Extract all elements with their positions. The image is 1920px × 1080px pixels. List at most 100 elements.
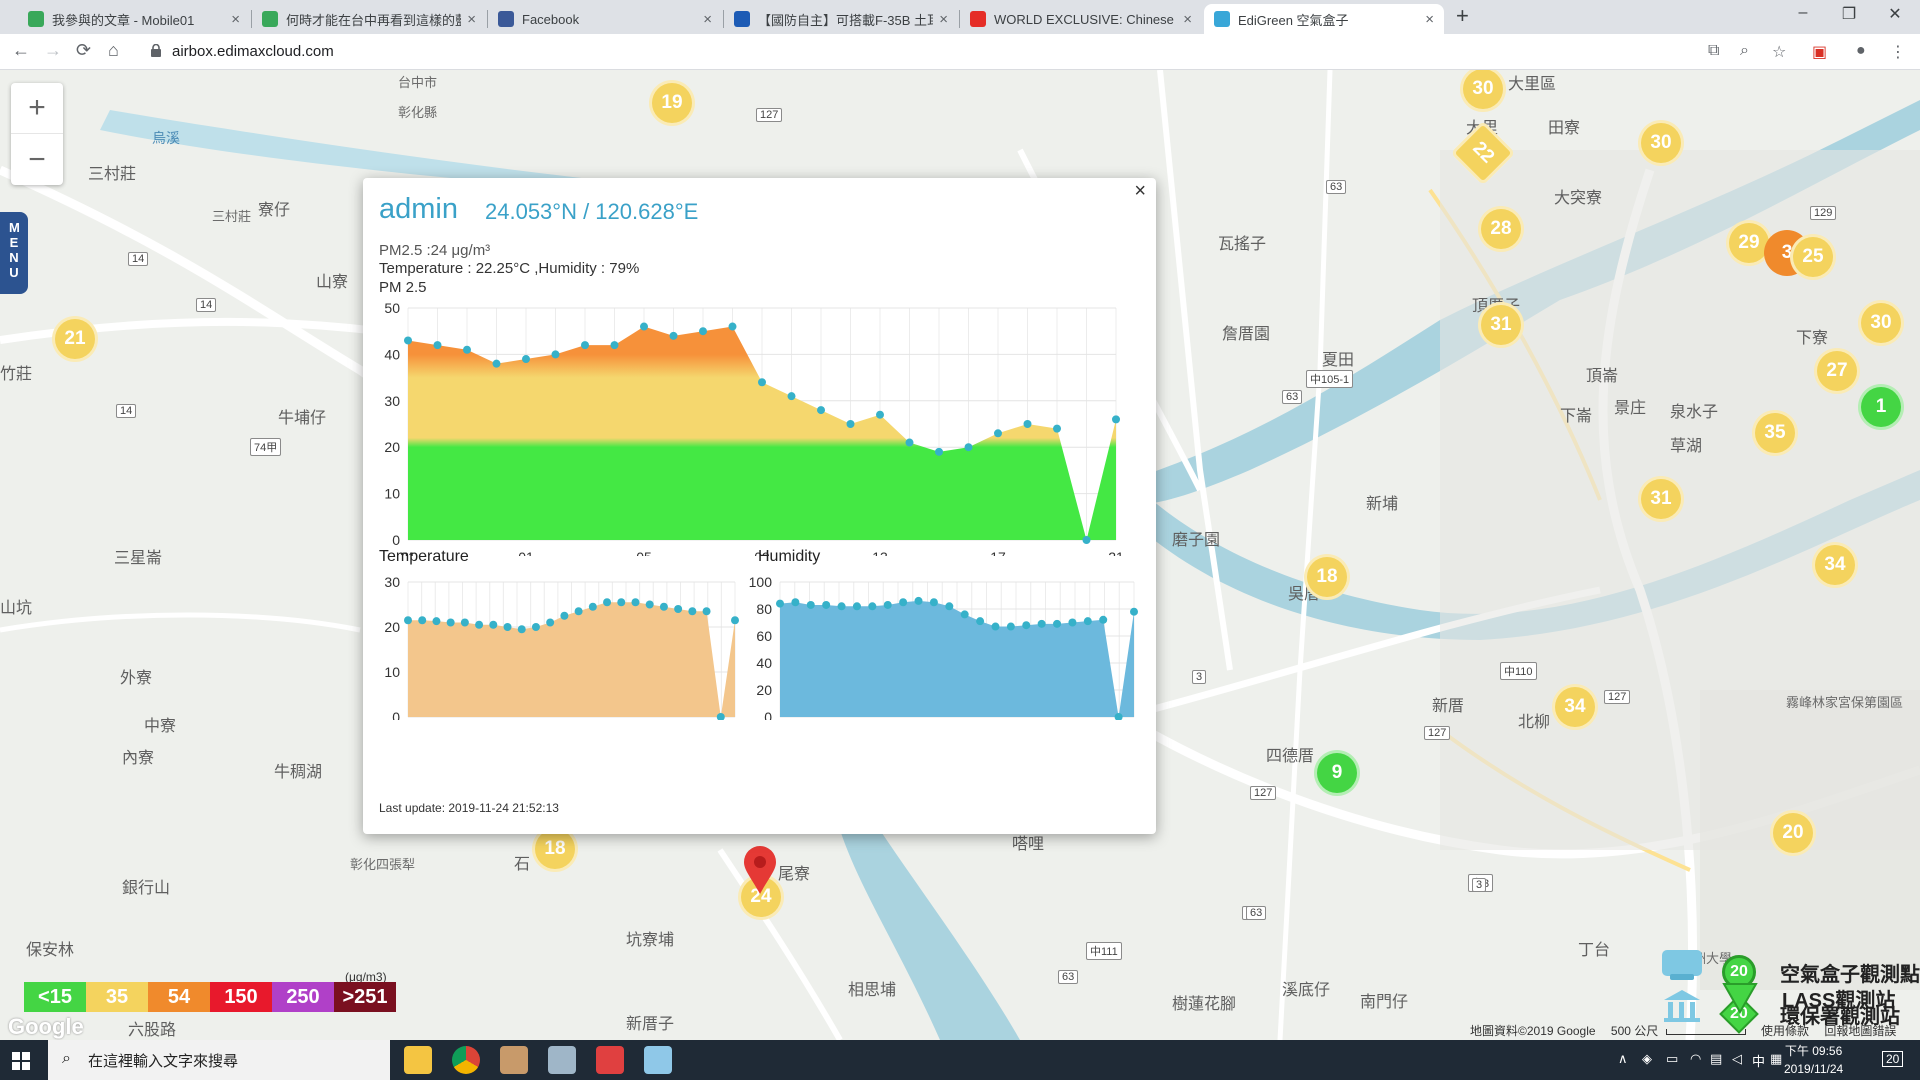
- map-label: 彰化縣: [398, 105, 438, 120]
- zoom-out-button[interactable]: −: [11, 134, 63, 185]
- browser-tab[interactable]: 我參與的文章 - Mobile01 ×: [18, 4, 250, 34]
- map-label: 石: [514, 856, 531, 873]
- legend-segment-label: 54: [167, 985, 191, 1008]
- close-window-button[interactable]: ✕: [1872, 4, 1918, 24]
- tab-title: EdiGreen 空氣盒子: [1238, 12, 1349, 28]
- popup-close-button[interactable]: ×: [1134, 180, 1146, 203]
- pm25-chart-title: PM 2.5: [379, 279, 427, 296]
- data-point: [1068, 618, 1077, 627]
- station-marker[interactable]: 28: [1478, 206, 1524, 252]
- forward-button[interactable]: →: [44, 40, 62, 61]
- browser-tab[interactable]: 何時才能在台中再看到這樣的藍天 ×: [252, 4, 486, 34]
- app-icon[interactable]: [548, 1046, 576, 1074]
- browser-tab-active[interactable]: EdiGreen 空氣盒子 ×: [1204, 4, 1444, 34]
- station-marker[interactable]: 20: [1770, 810, 1816, 856]
- tab-close-icon[interactable]: ×: [1425, 11, 1434, 28]
- tray-shield-icon[interactable]: ◈: [1642, 1051, 1652, 1067]
- minimize-button[interactable]: –: [1780, 4, 1826, 22]
- browser-tab[interactable]: 【國防自主】可搭載F-35B 土耳其 ×: [724, 4, 958, 34]
- y-tick-label: 20: [384, 439, 400, 455]
- humidity-chart-title: Humidity: [758, 548, 821, 565]
- address-bar[interactable]: airbox.edimaxcloud.com: [172, 43, 334, 60]
- station-marker[interactable]: 34: [1552, 684, 1598, 730]
- data-point: [475, 620, 484, 629]
- zoom-control: + −: [11, 83, 63, 185]
- x-tick-label: 21: [1108, 549, 1124, 556]
- translate-icon[interactable]: ⧉: [1708, 42, 1719, 60]
- tray-network-icon[interactable]: ▤: [1710, 1051, 1722, 1067]
- map-terms-link[interactable]: 使用條款: [1761, 1024, 1809, 1038]
- file-explorer-icon[interactable]: [404, 1046, 432, 1074]
- station-marker[interactable]: 31: [1478, 302, 1524, 348]
- zoom-icon[interactable]: ⌕: [1740, 42, 1749, 60]
- reload-button[interactable]: ⟳: [76, 40, 91, 61]
- data-point: [560, 611, 569, 620]
- y-tick-label: 10: [384, 486, 400, 502]
- browser-tab[interactable]: WORLD EXCLUSIVE: Chinese sp ×: [960, 4, 1202, 34]
- tab-close-icon[interactable]: ×: [1183, 11, 1192, 28]
- tray-wifi-icon[interactable]: ◠: [1690, 1051, 1701, 1067]
- profile-avatar-icon[interactable]: ●: [1856, 42, 1866, 60]
- data-point: [914, 596, 923, 605]
- data-point: [463, 345, 471, 354]
- station-marker[interactable]: 19: [649, 80, 695, 126]
- tab-close-icon[interactable]: ×: [467, 11, 476, 28]
- menu-toggle-button[interactable]: MENU: [0, 212, 28, 294]
- tray-chevron-icon[interactable]: ∧: [1618, 1051, 1628, 1067]
- y-tick-label: 60: [756, 628, 772, 644]
- data-point: [522, 355, 530, 364]
- station-marker[interactable]: 30: [1638, 120, 1684, 166]
- windows-start-icon[interactable]: [12, 1052, 30, 1070]
- data-point: [991, 622, 1000, 631]
- tab-close-icon[interactable]: ×: [703, 11, 712, 28]
- tab-close-icon[interactable]: ×: [939, 11, 948, 28]
- browser-menu-icon[interactable]: ⋮: [1890, 42, 1906, 62]
- y-tick-label: 40: [756, 655, 772, 671]
- station-marker[interactable]: 25: [1790, 234, 1836, 280]
- station-marker[interactable]: 9: [1314, 750, 1360, 796]
- app-icon[interactable]: [500, 1046, 528, 1074]
- station-marker[interactable]: 27: [1814, 348, 1860, 394]
- station-marker[interactable]: 35: [1752, 410, 1798, 456]
- data-point: [1082, 536, 1091, 544]
- browser-tab[interactable]: Facebook ×: [488, 4, 722, 34]
- station-marker[interactable]: 18: [1304, 554, 1350, 600]
- notification-center-icon[interactable]: 20: [1882, 1051, 1904, 1067]
- system-clock[interactable]: 下午 09:56 2019/11/24: [1784, 1042, 1843, 1078]
- map-report-error-link[interactable]: 回報地圖錯誤: [1824, 1024, 1896, 1038]
- maximize-button[interactable]: ❐: [1826, 4, 1872, 24]
- chrome-icon[interactable]: [452, 1046, 480, 1074]
- station-marker[interactable]: 31: [1638, 476, 1684, 522]
- station-marker[interactable]: 21: [52, 316, 98, 362]
- zoom-in-button[interactable]: +: [11, 83, 63, 134]
- station-marker[interactable]: 1: [1858, 384, 1904, 430]
- tray-volume-icon[interactable]: ◁: [1732, 1051, 1742, 1067]
- map-label: 泉水子: [1670, 404, 1719, 421]
- bookmark-star-icon[interactable]: ☆: [1772, 42, 1786, 62]
- road-number-tag: 63: [1326, 180, 1347, 194]
- extension-icon[interactable]: ▣: [1812, 42, 1827, 62]
- home-button[interactable]: ⌂: [108, 40, 119, 61]
- data-point: [728, 322, 737, 331]
- data-point: [1023, 420, 1032, 428]
- selected-location-pin-icon[interactable]: [742, 846, 778, 896]
- legend-segment-label: 250: [286, 985, 320, 1008]
- app-icon[interactable]: [644, 1046, 672, 1074]
- map-label: 台中市: [398, 75, 438, 90]
- map-label: 銀行山: [122, 880, 171, 897]
- station-marker[interactable]: 30: [1858, 300, 1904, 346]
- tab-close-icon[interactable]: ×: [231, 11, 240, 28]
- station-marker[interactable]: 34: [1812, 542, 1858, 588]
- data-point: [791, 598, 800, 607]
- map-canvas[interactable]: 台中市 彰化縣 烏溪 三村莊 寮仔 三村莊 山寮 竹莊 牛埔仔 三星崙 山坑 外…: [0, 70, 1920, 1040]
- tray-battery-icon[interactable]: ▭: [1666, 1051, 1678, 1067]
- y-tick-label: 0: [764, 709, 772, 720]
- taskbar-search-box[interactable]: ⌕ 在這裡輸入文字來搜尋: [48, 1040, 390, 1080]
- app-icon[interactable]: [596, 1046, 624, 1074]
- tray-keyboard-icon[interactable]: ▦: [1770, 1051, 1782, 1067]
- data-point: [905, 438, 914, 447]
- new-tab-button[interactable]: +: [1456, 3, 1469, 29]
- back-button[interactable]: ←: [12, 40, 30, 61]
- legend-segment: 54: [148, 982, 210, 1012]
- tray-ime-icon[interactable]: 中: [1752, 1051, 1765, 1070]
